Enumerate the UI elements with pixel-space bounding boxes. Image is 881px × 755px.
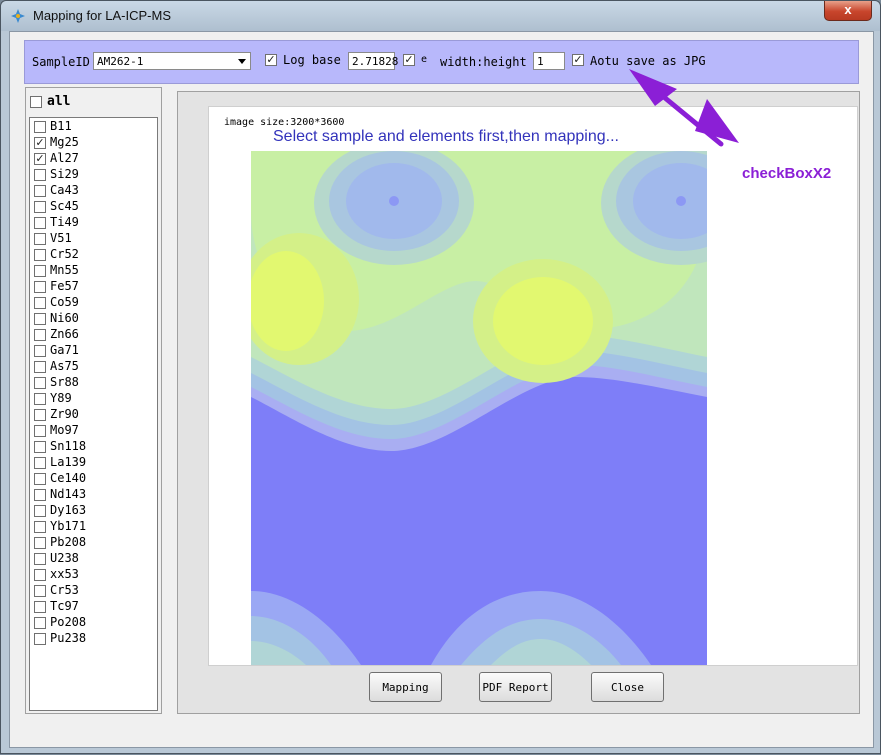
map-canvas: image size:3200*3600 Select sample and e… (208, 106, 858, 666)
sample-id-value: AM262-1 (97, 55, 144, 68)
element-label: Po208 (50, 615, 87, 629)
element-checkbox[interactable] (34, 409, 46, 421)
element-checkbox[interactable] (34, 313, 46, 325)
element-label: Pu238 (50, 631, 87, 645)
window-title: Mapping for LA-ICP-MS (33, 8, 171, 23)
element-label: Si29 (50, 167, 79, 181)
element-label: Ti49 (50, 215, 79, 229)
autosave-checkbox[interactable]: ✓ (572, 54, 584, 66)
hint-text: Select sample and elements first,then ma… (273, 128, 619, 145)
element-label: Sr88 (50, 375, 79, 389)
sample-id-dropdown[interactable]: AM262-1 (93, 52, 251, 70)
element-label: V51 (50, 231, 72, 245)
log-base-label: Log base (283, 53, 341, 67)
settings-toolbar: SampleID AM262-1 ✓ Log base 2.71828 ✓ e … (24, 40, 859, 84)
element-checkbox[interactable] (34, 297, 46, 309)
mapping-button[interactable]: Mapping (369, 672, 442, 702)
element-label: Mg25 (50, 135, 79, 149)
element-checkbox[interactable] (34, 537, 46, 549)
element-checkbox[interactable] (34, 425, 46, 437)
all-label: all (47, 94, 71, 109)
contour-map (251, 151, 707, 665)
element-label: Co59 (50, 295, 79, 309)
element-checkbox[interactable] (34, 329, 46, 341)
element-checkbox[interactable] (34, 345, 46, 357)
element-label: Cr52 (50, 247, 79, 261)
element-checkbox[interactable] (34, 393, 46, 405)
element-checkbox[interactable] (34, 121, 46, 133)
element-checkbox[interactable] (34, 201, 46, 213)
element-label: Fe57 (50, 279, 79, 293)
element-label: Ce140 (50, 471, 87, 485)
element-checkbox[interactable]: ✓ (34, 153, 46, 165)
element-checkbox[interactable] (34, 521, 46, 533)
checkbox-x2-annotation: checkBoxX2 (742, 165, 832, 182)
element-label: Mn55 (50, 263, 79, 277)
element-checkbox[interactable] (34, 249, 46, 261)
element-label: Ni60 (50, 311, 79, 325)
width-height-label: width:height (440, 55, 527, 69)
client-area: SampleID AM262-1 ✓ Log base 2.71828 ✓ e … (9, 31, 874, 748)
autosave-label: Aotu save as JPG (590, 54, 706, 68)
app-icon (11, 9, 25, 23)
title-bar[interactable]: Mapping for LA-ICP-MS x (1, 1, 880, 31)
element-checkbox[interactable] (34, 553, 46, 565)
element-label: Tc97 (50, 599, 79, 613)
e-label: e (421, 54, 428, 65)
close-button[interactable]: Close (591, 672, 664, 702)
all-checkbox[interactable] (30, 96, 42, 108)
element-checkbox[interactable] (34, 505, 46, 517)
element-checkbox[interactable] (34, 473, 46, 485)
element-checkbox[interactable] (34, 185, 46, 197)
element-checkbox[interactable] (34, 169, 46, 181)
element-checkbox[interactable] (34, 281, 46, 293)
element-checkbox[interactable] (34, 569, 46, 581)
element-checkbox[interactable] (34, 601, 46, 613)
element-label: B11 (50, 119, 72, 133)
dropdown-arrow-icon (238, 59, 246, 64)
element-label: Mo97 (50, 423, 79, 437)
sample-id-label: SampleID (32, 55, 90, 69)
element-checkbox[interactable] (34, 377, 46, 389)
element-checkbox[interactable] (34, 265, 46, 277)
element-label: Ga71 (50, 343, 79, 357)
element-checkbox[interactable] (34, 489, 46, 501)
log-base-input[interactable]: 2.71828 (348, 52, 398, 70)
element-checkbox[interactable] (34, 585, 46, 597)
element-checkbox[interactable] (34, 457, 46, 469)
element-label: Pb208 (50, 535, 87, 549)
image-size-label: image size:3200*3600 (224, 117, 345, 128)
element-checkbox[interactable] (34, 633, 46, 645)
element-label: Cr53 (50, 583, 79, 597)
element-checkbox[interactable] (34, 233, 46, 245)
map-panel: image size:3200*3600 Select sample and e… (177, 91, 860, 714)
element-checkbox[interactable] (34, 441, 46, 453)
element-label: Zn66 (50, 327, 79, 341)
element-list[interactable]: B11 ✓ Mg25 ✓ Al27 Si29 Ca43 Sc45 Ti49 V51 Cr52 Mn55… (29, 117, 158, 711)
window-close-icon[interactable]: x (824, 1, 872, 21)
app-window: Mapping for LA-ICP-MS x SampleID AM262-1… (0, 0, 881, 754)
element-label: Zr90 (50, 407, 79, 421)
element-label: La139 (50, 455, 87, 469)
element-label: Y89 (50, 391, 72, 405)
width-height-input[interactable]: 1 (533, 52, 565, 70)
element-checkbox[interactable] (34, 361, 46, 373)
element-label: U238 (50, 551, 79, 565)
element-label: Al27 (50, 151, 79, 165)
element-panel: all B11 ✓ Mg25 ✓ Al27 Si29 Ca43 Sc45 Ti49 V51 Cr52… (25, 87, 162, 714)
element-checkbox[interactable]: ✓ (34, 137, 46, 149)
element-label: Dy163 (50, 503, 87, 517)
element-label: As75 (50, 359, 79, 373)
pdf-report-button[interactable]: PDF Report (479, 672, 552, 702)
element-checkbox[interactable] (34, 617, 46, 629)
element-label: xx53 (50, 567, 79, 581)
element-label: Yb171 (50, 519, 87, 533)
element-label: Sc45 (50, 199, 79, 213)
element-checkbox[interactable] (34, 217, 46, 229)
e-checkbox[interactable]: ✓ (403, 54, 415, 66)
element-label: Ca43 (50, 183, 79, 197)
element-label: Sn118 (50, 439, 87, 453)
element-label: Nd143 (50, 487, 87, 501)
log-base-checkbox[interactable]: ✓ (265, 54, 277, 66)
